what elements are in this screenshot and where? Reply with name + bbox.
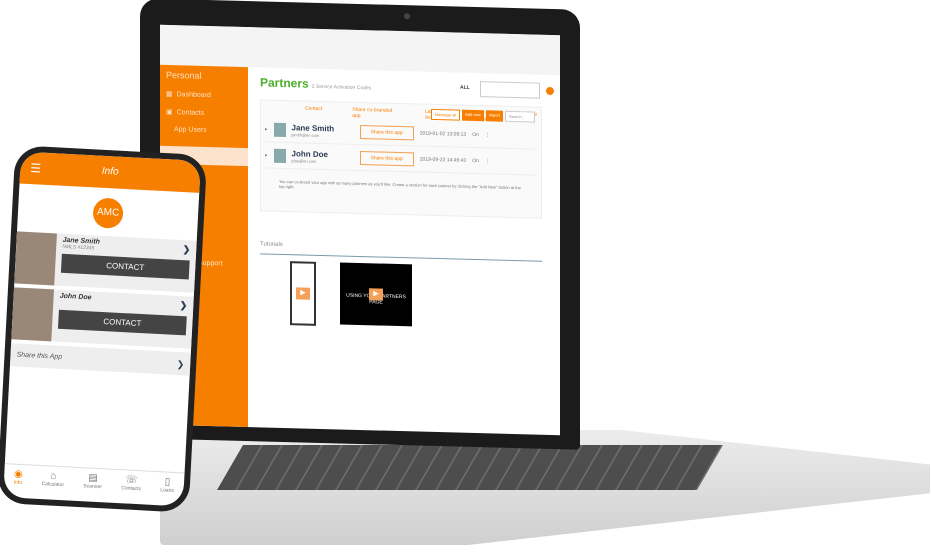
phone-screen: ☰ Info AMC Jane Smith NMLS #12345 ❯ CONTACT … bbox=[3, 151, 201, 507]
laptop-screen: Personal ▦ Dashboard ▣ Contacts App Users … bbox=[160, 24, 560, 436]
phone-header: ☰ Info bbox=[19, 151, 201, 193]
cobrand: On bbox=[472, 131, 479, 138]
amc-logo: AMC bbox=[92, 197, 124, 229]
last-activity: 2019-09-23 14:46:43 bbox=[419, 156, 467, 164]
avatar[interactable] bbox=[546, 86, 554, 96]
sidebar-item-app-users[interactable]: App Users bbox=[160, 121, 248, 140]
play-icon[interactable]: ▶ bbox=[296, 287, 310, 300]
tab-label: Info bbox=[13, 479, 23, 487]
tutorials-heading: Tutorials bbox=[260, 241, 542, 262]
tab-label: Loans bbox=[160, 487, 175, 494]
tab-label: Contacts bbox=[121, 485, 142, 493]
chevron-right-icon[interactable]: ❯ bbox=[179, 300, 188, 311]
cobrand-note: You can co-brand your app with as many p… bbox=[279, 178, 521, 191]
more-icon[interactable]: ⋮ bbox=[485, 158, 490, 164]
label: Contacts bbox=[176, 108, 205, 117]
message-all-button[interactable]: Message all bbox=[430, 108, 461, 121]
sidebar-item-contacts[interactable]: ▣ Contacts bbox=[160, 103, 248, 123]
laptop: Personal ▦ Dashboard ▣ Contacts App Users … bbox=[140, 0, 580, 450]
phone: ☰ Info AMC Jane Smith NMLS #12345 ❯ CONTACT … bbox=[0, 145, 208, 513]
phone-title: Info bbox=[101, 165, 119, 178]
chevron-right-icon[interactable]: ❯ bbox=[182, 244, 190, 255]
info-icon: ◉ bbox=[13, 468, 23, 481]
subtitle: 2 Service Activation Codes bbox=[311, 83, 372, 92]
label: App Users bbox=[174, 126, 207, 134]
avatar bbox=[273, 148, 286, 163]
contact-button[interactable]: CONTACT bbox=[60, 253, 190, 280]
name: Jane Smith bbox=[291, 122, 335, 133]
contact-button[interactable]: CONTACT bbox=[57, 309, 187, 336]
label: Dashboard bbox=[176, 90, 211, 99]
dashboard-icon: ▦ bbox=[166, 90, 173, 99]
contact-card[interactable]: Jane Smith NMLS #12345 ❯ CONTACT bbox=[14, 231, 197, 293]
import-button[interactable]: Import bbox=[485, 110, 503, 122]
cobrand: On bbox=[472, 157, 479, 164]
search-input[interactable]: Search... bbox=[505, 110, 535, 123]
avatar bbox=[273, 122, 286, 137]
email: jsmith@en.com bbox=[291, 131, 320, 138]
dropdown[interactable] bbox=[480, 81, 540, 99]
page-title: Partners 2 Service Activation Codes ALL bbox=[260, 75, 560, 99]
tab-info[interactable]: ◉ Info bbox=[13, 469, 23, 498]
play-icon[interactable]: ▶ bbox=[369, 288, 383, 301]
contact-card[interactable]: John Doe ❯ CONTACT bbox=[11, 287, 194, 349]
tab-contacts[interactable]: ☏ Contacts bbox=[120, 474, 141, 504]
loans-icon: ▯ bbox=[164, 476, 171, 488]
header-contact: Contact bbox=[305, 105, 323, 113]
menu-icon[interactable]: ☰ bbox=[29, 152, 41, 185]
tutorial-video-partners[interactable]: USING YOUR PARTNERS PAGE▶ bbox=[340, 262, 412, 327]
partners-table: Message all Add new Import Search... Contac… bbox=[260, 99, 542, 219]
main-content: Partners 2 Service Activation Codes ALL M… bbox=[260, 75, 560, 332]
contact-photo bbox=[11, 287, 55, 342]
name: John Doe bbox=[291, 148, 328, 159]
tutorial-video-phone[interactable]: ▶ bbox=[290, 261, 316, 326]
share-label: Share this App bbox=[16, 351, 63, 361]
contact-name: John Doe bbox=[59, 292, 92, 302]
sidebar-item-dashboard[interactable]: ▦ Dashboard bbox=[160, 85, 248, 105]
camera bbox=[404, 13, 410, 20]
share-app-button[interactable]: Share this app bbox=[359, 150, 414, 166]
tab-bar: ◉ Info ⌂ Calculator ▤ Scanner ☏ Contacts ▯ Lo… bbox=[3, 463, 185, 507]
add-new-button[interactable]: Add new bbox=[462, 109, 484, 122]
filter-select[interactable]: ALL bbox=[460, 85, 470, 91]
tab-calculator[interactable]: ⌂ Calculator bbox=[41, 470, 65, 500]
header-share: Share co-branded app bbox=[352, 106, 393, 120]
expand-icon[interactable]: ▸ bbox=[265, 126, 268, 132]
email: jdoe@en.com bbox=[291, 157, 317, 164]
title: Partners bbox=[260, 75, 309, 91]
keyboard bbox=[217, 445, 723, 490]
contact-photo bbox=[14, 231, 57, 286]
contacts-icon: ▣ bbox=[166, 108, 173, 117]
share-app-row[interactable]: Share this App ❯ bbox=[9, 343, 191, 376]
last-activity: 2019-01-02 13:09:13 bbox=[419, 130, 467, 138]
tab-scanner[interactable]: ▤ Scanner bbox=[83, 472, 103, 502]
tab-label: Calculator bbox=[41, 481, 65, 489]
tab-label: Scanner bbox=[83, 483, 103, 491]
tab-loans[interactable]: ▯ Loans bbox=[160, 476, 175, 506]
sidebar-section: Personal bbox=[166, 69, 202, 81]
more-icon[interactable]: ⋮ bbox=[485, 132, 490, 138]
expand-icon[interactable]: ▸ bbox=[265, 152, 268, 158]
chevron-right-icon: ❯ bbox=[176, 358, 185, 370]
share-app-button[interactable]: Share this app bbox=[359, 124, 414, 140]
